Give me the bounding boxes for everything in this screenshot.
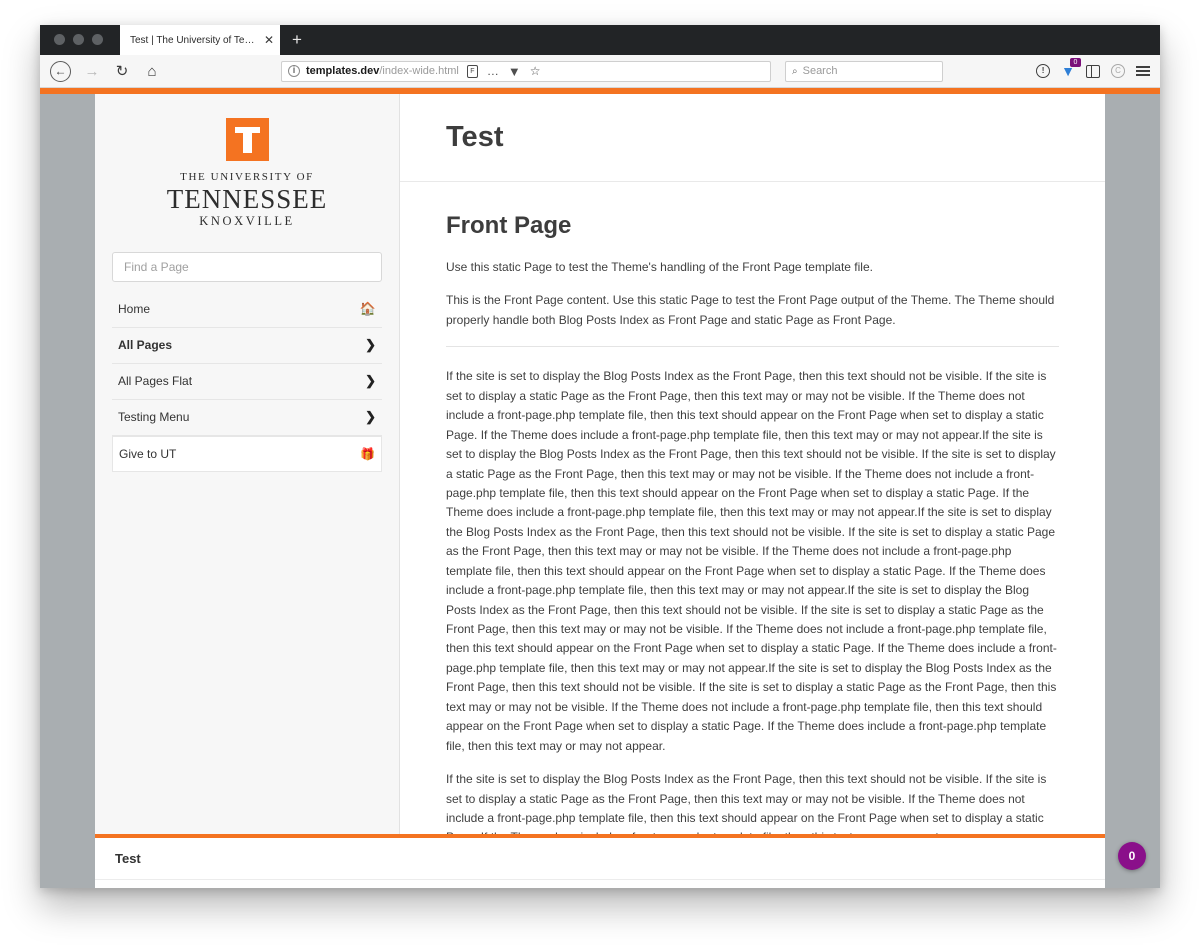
window-close-button[interactable] bbox=[54, 34, 65, 45]
forward-icon[interactable]: → bbox=[83, 62, 101, 80]
toolbar-right-icons: ! ▼ 0 C bbox=[1022, 58, 1150, 79]
article-paragraph-3: If the site is set to display the Blog P… bbox=[446, 369, 1057, 753]
footer-title: Test bbox=[115, 851, 141, 866]
site-sidebar: THE UNIVERSITY OF TENNESSEE KNOXVILLE Fi… bbox=[95, 94, 400, 888]
home-icon: 🏠 bbox=[359, 301, 376, 316]
browser-tab-strip: Test | The University of Tennessee ✕ + bbox=[40, 25, 1160, 55]
sidebar-item-home[interactable]: Home 🏠 bbox=[112, 292, 382, 328]
site-info-icon[interactable]: i bbox=[288, 65, 300, 77]
new-tab-button[interactable]: + bbox=[286, 29, 308, 51]
address-domain: templates.dev bbox=[306, 65, 380, 77]
sidebar-item-label: Home bbox=[118, 302, 151, 316]
address-bar-text: templates.dev/index-wide.html bbox=[306, 65, 459, 77]
pocket-icon[interactable]: ▼ bbox=[508, 64, 521, 79]
menu-icon[interactable] bbox=[1136, 66, 1150, 76]
browser-search-placeholder: Search bbox=[802, 65, 838, 77]
sidebar-item-label: All Pages Flat bbox=[118, 374, 193, 388]
browser-toolbar: ← → ↻ ⌂ i templates.dev/index-wide.html … bbox=[40, 55, 1160, 88]
page-viewport: THE UNIVERSITY OF TENNESSEE KNOXVILLE Fi… bbox=[40, 88, 1160, 888]
back-icon[interactable]: ← bbox=[50, 60, 71, 82]
footer-title-row: Test bbox=[95, 838, 1105, 880]
downloads-badge: 0 bbox=[1070, 58, 1081, 67]
page-layout: THE UNIVERSITY OF TENNESSEE KNOXVILLE Fi… bbox=[95, 94, 1105, 888]
chevron-right-icon: ❯ bbox=[365, 337, 376, 352]
page-actions-icon[interactable]: … bbox=[487, 64, 499, 78]
sidebar-item-label: Give to UT bbox=[119, 446, 177, 461]
article-heading: Front Page bbox=[446, 212, 572, 239]
divider bbox=[446, 346, 1059, 348]
search-icon: ⌕ bbox=[792, 65, 798, 77]
browser-tab-title: Test | The University of Tennessee bbox=[130, 34, 260, 46]
bookmark-star-icon[interactable]: ☆ bbox=[530, 64, 541, 78]
article-intro: Use this static Page to test the Theme's… bbox=[446, 260, 873, 274]
sidebar-item-testing-menu[interactable]: Testing Menu ❯ bbox=[112, 400, 382, 436]
browser-window: Test | The University of Tennessee ✕ + ←… bbox=[40, 25, 1160, 888]
page-container: THE UNIVERSITY OF TENNESSEE KNOXVILLE Fi… bbox=[95, 94, 1105, 888]
find-a-page-input[interactable]: Find a Page bbox=[112, 251, 382, 282]
chevron-right-icon: ❯ bbox=[365, 373, 376, 388]
wordmark-line2: TENNESSEE bbox=[166, 184, 328, 214]
window-minimize-button[interactable] bbox=[73, 34, 84, 45]
main-content: Test Front Page Use this static Page to … bbox=[400, 94, 1105, 888]
address-bar[interactable]: i templates.dev/index-wide.html F … ▼ ☆ bbox=[281, 60, 771, 82]
page-title: Test bbox=[446, 121, 504, 153]
find-a-page-placeholder: Find a Page bbox=[124, 259, 189, 274]
sidebar-item-label: All Pages bbox=[118, 338, 173, 352]
sidebar-nav: Home 🏠 All Pages ❯ All Pages Flat ❯ Test… bbox=[112, 292, 382, 472]
site-logo[interactable]: THE UNIVERSITY OF TENNESSEE KNOXVILLE bbox=[95, 94, 399, 244]
reload-icon[interactable]: ↻ bbox=[113, 62, 131, 80]
page-header: Test bbox=[400, 94, 1105, 182]
article: Front Page Use this static Page to test … bbox=[400, 182, 1105, 862]
sidebar-item-all-pages-flat[interactable]: All Pages Flat ❯ bbox=[112, 364, 382, 400]
browser-tab[interactable]: Test | The University of Tennessee ✕ bbox=[120, 25, 280, 55]
page-info-icon[interactable]: ! bbox=[1036, 64, 1051, 78]
sidebar-item-all-pages[interactable]: All Pages ❯ bbox=[112, 328, 382, 364]
sidebar-item-give-to-ut[interactable]: Give to UT 🎁 bbox=[112, 435, 382, 472]
reader-mode-icon[interactable]: F bbox=[466, 64, 478, 78]
gift-icon: 🎁 bbox=[360, 446, 375, 461]
screenshot-stage: Test | The University of Tennessee ✕ + ←… bbox=[0, 0, 1200, 950]
downloads-icon[interactable]: ▼ 0 bbox=[1061, 58, 1081, 79]
site-wordmark: THE UNIVERSITY OF TENNESSEE KNOXVILLE bbox=[95, 172, 399, 228]
close-icon[interactable]: ✕ bbox=[264, 34, 274, 46]
account-icon[interactable]: C bbox=[1111, 64, 1125, 78]
wordmark-line3: KNOXVILLE bbox=[199, 214, 295, 228]
window-traffic-lights bbox=[54, 34, 103, 45]
footer-body: THE UNIVERSITY OF TENNESSEE KNOXVILLE Th… bbox=[95, 880, 1105, 888]
browser-search-box[interactable]: ⌕ Search bbox=[785, 60, 943, 82]
address-path: /index-wide.html bbox=[379, 65, 459, 77]
navigation-buttons: ← → ↻ ⌂ bbox=[50, 60, 161, 82]
window-maximize-button[interactable] bbox=[92, 34, 103, 45]
article-paragraph-2: This is the Front Page content. Use this… bbox=[446, 293, 1055, 327]
sidebar-toggle-icon[interactable] bbox=[1086, 64, 1100, 78]
site-footer: Test THE UNIVERSITY OF TENNESSEE KNOXVIL… bbox=[95, 834, 1105, 888]
notification-badge[interactable]: 0 bbox=[1118, 842, 1146, 870]
wordmark-line1: THE UNIVERSITY OF bbox=[180, 171, 314, 183]
address-bar-icons: F … ▼ ☆ bbox=[466, 64, 541, 79]
chevron-right-icon: ❯ bbox=[365, 409, 376, 424]
sidebar-item-label: Testing Menu bbox=[118, 410, 190, 424]
ut-power-t-icon bbox=[225, 118, 269, 161]
home-icon[interactable]: ⌂ bbox=[143, 62, 161, 80]
